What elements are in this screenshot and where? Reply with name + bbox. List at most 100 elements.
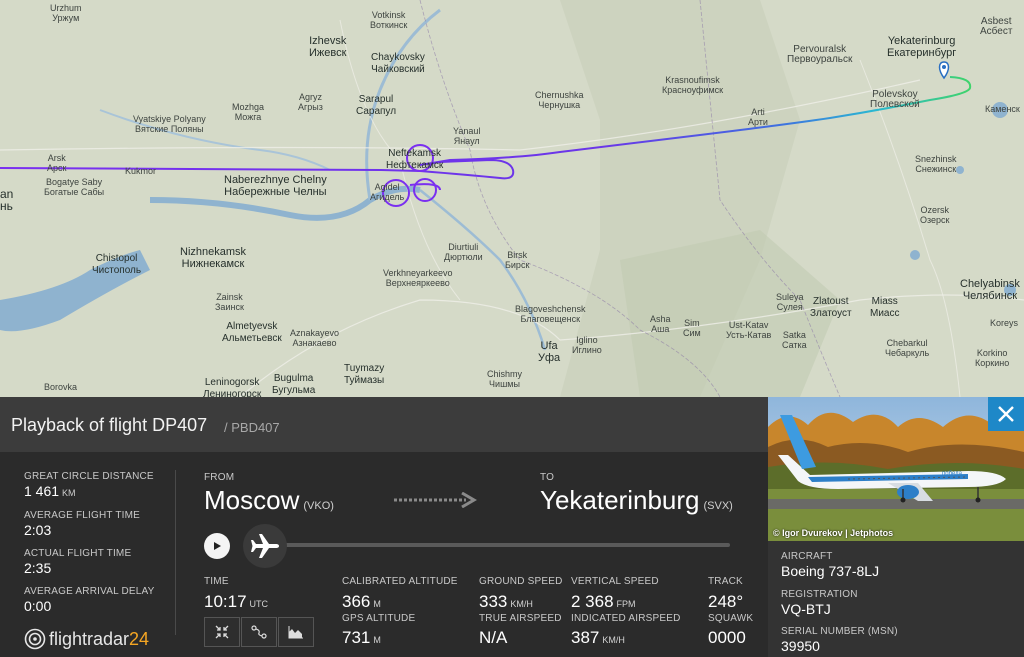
city-label: Bogatye Saby Богатые Сабы (44, 177, 105, 197)
origin-city[interactable]: Moscow (VKO) (204, 485, 334, 516)
city-label: Almetyevsk Альметьевск (222, 321, 282, 344)
airplane-icon (251, 534, 279, 558)
city-label: Urzhum Уржум (50, 3, 82, 23)
city-label: Mozhga Можга (232, 102, 265, 122)
city-label: Votkinsk Воткинск (370, 10, 408, 30)
city-label: Sim Сим (683, 318, 701, 338)
calibrated-altitude-label: CALIBRATED ALTITUDE (342, 576, 458, 587)
city-label: Tuymazy Туймазы (344, 363, 385, 386)
calibrated-altitude-value: 366 M (342, 592, 381, 611)
flight-map[interactable]: Urzhum Уржум Votkinsk Воткинск Izhevsk Ижев… (0, 0, 1024, 397)
city-label: Miass Миасс (870, 296, 900, 319)
playback-timeline[interactable] (268, 543, 730, 547)
from-label: FROM (204, 472, 235, 483)
city-label: Korkino Коркино (975, 348, 1010, 368)
registration-label: REGISTRATION (781, 589, 858, 600)
route-icon (251, 625, 267, 639)
photo-credit[interactable]: © Igor Dvurekov | Jetphotos (773, 528, 893, 538)
city-label: Arti Арти (748, 107, 768, 127)
aircraft-photo-image: победа (768, 397, 1024, 541)
city-label: Izhevsk Ижевск (309, 35, 347, 59)
city-label: Sarapul Сарапул (356, 94, 397, 117)
squawk-label: SQUAWK (708, 613, 754, 624)
great-circle-distance-value: 1 461 KM (24, 483, 76, 499)
city-label: Ozersk Озерск (920, 205, 950, 225)
city-label: Blagoveshchensk Благовещенск (515, 304, 586, 324)
play-icon (214, 542, 221, 550)
city-label: Snezhinsk Снежинск (915, 154, 957, 174)
city-label: Каменск (985, 104, 1020, 114)
city-label: Aznakayevo Азнакаево (290, 328, 340, 348)
flight-callsign: / PBD407 (224, 420, 280, 435)
flight-title: Playback of flight DP407 (11, 415, 208, 435)
close-icon (998, 406, 1014, 422)
flightradar24-logo: flightradar 24 (24, 628, 149, 650)
city-label: Chelyabinsk Челябинск (960, 278, 1020, 302)
city-label: Diurtiuli Дюртюли (444, 242, 483, 262)
track-value: 248° (708, 592, 744, 611)
city-label: Chebarkul Чебаркуль (885, 338, 930, 358)
city-label: Kukmor (125, 166, 157, 176)
map-canvas[interactable] (0, 0, 1024, 397)
flight-stats: GREAT CIRCLE DISTANCE 1 461 KM AVERAGE FL… (0, 452, 175, 657)
actual-flight-time-label: ACTUAL FLIGHT TIME (24, 548, 132, 559)
gps-altitude-value: 731 M (342, 628, 381, 647)
aircraft-value: Boeing 737-8LJ (781, 563, 880, 579)
fit-view-button[interactable] (204, 617, 240, 647)
city-label: Yanaul Янаул (453, 126, 481, 146)
city-label: Pervouralsk Первоуральск (787, 44, 853, 65)
city-label: Agryz Агрыз (298, 92, 323, 112)
city-label: Chernushka Чернушка (535, 90, 584, 110)
average-arrival-delay-label: AVERAGE ARRIVAL DELAY (24, 586, 155, 597)
livery-text: победа (942, 471, 963, 477)
average-arrival-delay-value: 0:00 (24, 598, 52, 614)
serial-number-value: 39950 (781, 638, 820, 654)
actual-flight-time-value: 2:35 (24, 560, 52, 576)
to-label: TO (540, 472, 555, 483)
city-label: Chistopol Чистополь (92, 253, 142, 276)
city-label: Asha Аша (650, 314, 671, 334)
city-label: Ust-Katav Усть-Катав (726, 320, 772, 340)
city-label: Borovka (44, 382, 78, 392)
city-label: Yekaterinburg Екатеринбург (887, 35, 957, 59)
panel-divider (175, 470, 176, 635)
serial-number-label: SERIAL NUMBER (MSN) (781, 626, 898, 637)
city-label: Asbest Асбест (980, 16, 1013, 37)
registration-value: VQ-BTJ (781, 601, 831, 617)
time-label: TIME (204, 576, 229, 587)
squawk-value: 0000 (708, 628, 746, 647)
city-label: Nizhnekamsk Нижнекамск (180, 246, 247, 270)
vertical-speed-value: 2 368 FPM (571, 592, 636, 611)
time-value: 10:17 UTC (204, 592, 269, 611)
average-flight-time-label: AVERAGE FLIGHT TIME (24, 510, 141, 521)
average-flight-time-value: 2:03 (24, 522, 52, 538)
close-button[interactable] (988, 397, 1024, 431)
chart-area-icon (288, 626, 303, 639)
panel-header: Playback of flight DP407 / PBD407 (0, 397, 768, 452)
play-button[interactable] (204, 533, 230, 559)
city-label: Koreys (990, 318, 1019, 328)
city-label: Polevskoy Полевской (870, 89, 920, 110)
city-label: Ufa Уфа (538, 340, 561, 364)
compress-icon (215, 625, 229, 639)
city-label: Verkhneyarkeevo Верхнеяркеево (383, 268, 453, 288)
timeline-handle[interactable] (243, 524, 287, 568)
ground-speed-value: 333 KM/H (479, 592, 533, 611)
city-label: an нь (0, 187, 14, 213)
city-label: Zainsk Заинск (215, 292, 244, 312)
destination-city[interactable]: Yekaterinburg (SVX) (540, 485, 733, 516)
city-label: Arsk Арск (47, 153, 67, 173)
altitude-graph-button[interactable] (278, 617, 314, 647)
route-arrow-icon (394, 492, 477, 508)
city-label: Neftekamsk Нефтекамск (386, 148, 444, 171)
aircraft-label: AIRCRAFT (781, 551, 833, 562)
route-view-button[interactable] (241, 617, 277, 647)
city-label: Suleya Сулея (776, 292, 804, 312)
city-label: Leninogorsk Лениногорск (203, 377, 262, 397)
gps-altitude-label: GPS ALTITUDE (342, 613, 416, 624)
vertical-speed-label: VERTICAL SPEED (571, 576, 659, 587)
flight-info-panel: Playback of flight DP407 / PBD407 GREAT … (0, 397, 768, 657)
city-label: Bugulma Бугульма (272, 373, 316, 396)
true-airspeed-value: N/A (479, 628, 508, 647)
aircraft-photo[interactable]: победа © Igor Dvurekov | Jetphotos (768, 397, 1024, 541)
